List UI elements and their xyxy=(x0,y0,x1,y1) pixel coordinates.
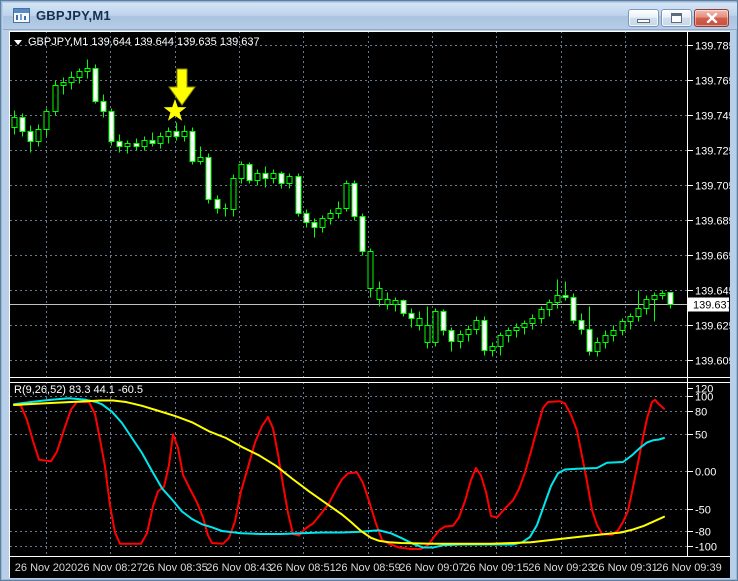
oscillator-tick-label: 50 xyxy=(695,430,707,442)
time-tick-label: 26 Nov 08:43 xyxy=(206,562,271,574)
time-tick-label: 26 Nov 09:31 xyxy=(592,562,657,574)
quote-header: GBPJPY,M1 139.644 139.644 139.635 139.63… xyxy=(14,36,260,48)
price-tick-label: 139.605 xyxy=(695,356,730,368)
price-tick-label: 139.665 xyxy=(695,251,730,263)
oscillator-tick-label: -50 xyxy=(695,505,711,517)
current-price-label: 139.637 xyxy=(693,300,730,312)
oscillator-tick-label: -80 xyxy=(695,527,711,539)
window-titlebar[interactable]: GBPJPY,M1 xyxy=(3,3,737,30)
restore-icon xyxy=(671,13,682,23)
time-tick-label: 26 Nov 09:15 xyxy=(463,562,528,574)
chart-client-area[interactable]: 139.785 139.765 139.745 139.725 139.705 139.6… xyxy=(9,31,735,580)
time-tick-label: 26 Nov 08:35 xyxy=(142,562,207,574)
price-tick-label: 139.725 xyxy=(695,146,730,158)
time-tick-label: 26 Nov 09:39 xyxy=(656,562,721,574)
time-tick-label: 26 Nov 09:07 xyxy=(399,562,464,574)
time-tick-label: 26 Nov 08:51 xyxy=(270,562,335,574)
price-tick-label: 139.645 xyxy=(695,286,730,298)
oscillator-label: R(9,26,52) 83.3 44.1 -60.5 xyxy=(14,384,144,396)
chart-canvas[interactable]: 139.785 139.765 139.745 139.725 139.705 139.6… xyxy=(9,31,735,580)
oscillator-tick-label: -100 xyxy=(695,542,717,554)
oscillator-tick-label: 0.00 xyxy=(695,467,716,479)
time-axis: 26 Nov 2020 26 Nov 08:27 26 Nov 08:3526 No… xyxy=(15,562,722,574)
price-tick-label: 139.785 xyxy=(695,41,730,53)
oscillator-tick-label: 80 xyxy=(695,407,707,419)
window-title: GBPJPY,M1 xyxy=(36,8,111,23)
time-tick-label: 26 Nov 08:59 xyxy=(335,562,400,574)
price-chart-svg[interactable]: 139.785 139.765 139.745 139.725 139.705 139.6… xyxy=(9,31,735,578)
price-tick-label: 139.705 xyxy=(695,181,730,193)
price-tick-label: 139.765 xyxy=(695,76,730,88)
restore-button[interactable] xyxy=(661,9,692,27)
time-tick-label: 26 Nov 09:23 xyxy=(528,562,593,574)
oscillator-tick-label: 100 xyxy=(695,392,713,404)
chart-window: GBPJPY,M1 139.785139.765139.745139.72513… xyxy=(0,0,738,581)
chart-document-icon xyxy=(13,8,30,23)
symbol-dropdown-icon[interactable] xyxy=(14,39,22,45)
price-tick-label: 139.685 xyxy=(695,216,730,228)
close-icon xyxy=(706,13,717,23)
quote-ohlc-text: GBPJPY,M1 139.644 139.644 139.635 139.63… xyxy=(28,36,260,48)
minimize-button[interactable] xyxy=(628,9,659,27)
price-tick-label: 139.625 xyxy=(695,321,730,333)
close-button[interactable] xyxy=(694,9,729,27)
price-tick-label: 139.745 xyxy=(695,111,730,123)
time-tick-label: 26 Nov 2020 xyxy=(15,562,77,574)
time-tick-label: 26 Nov 08:27 xyxy=(77,562,142,574)
minimize-icon xyxy=(637,19,650,23)
